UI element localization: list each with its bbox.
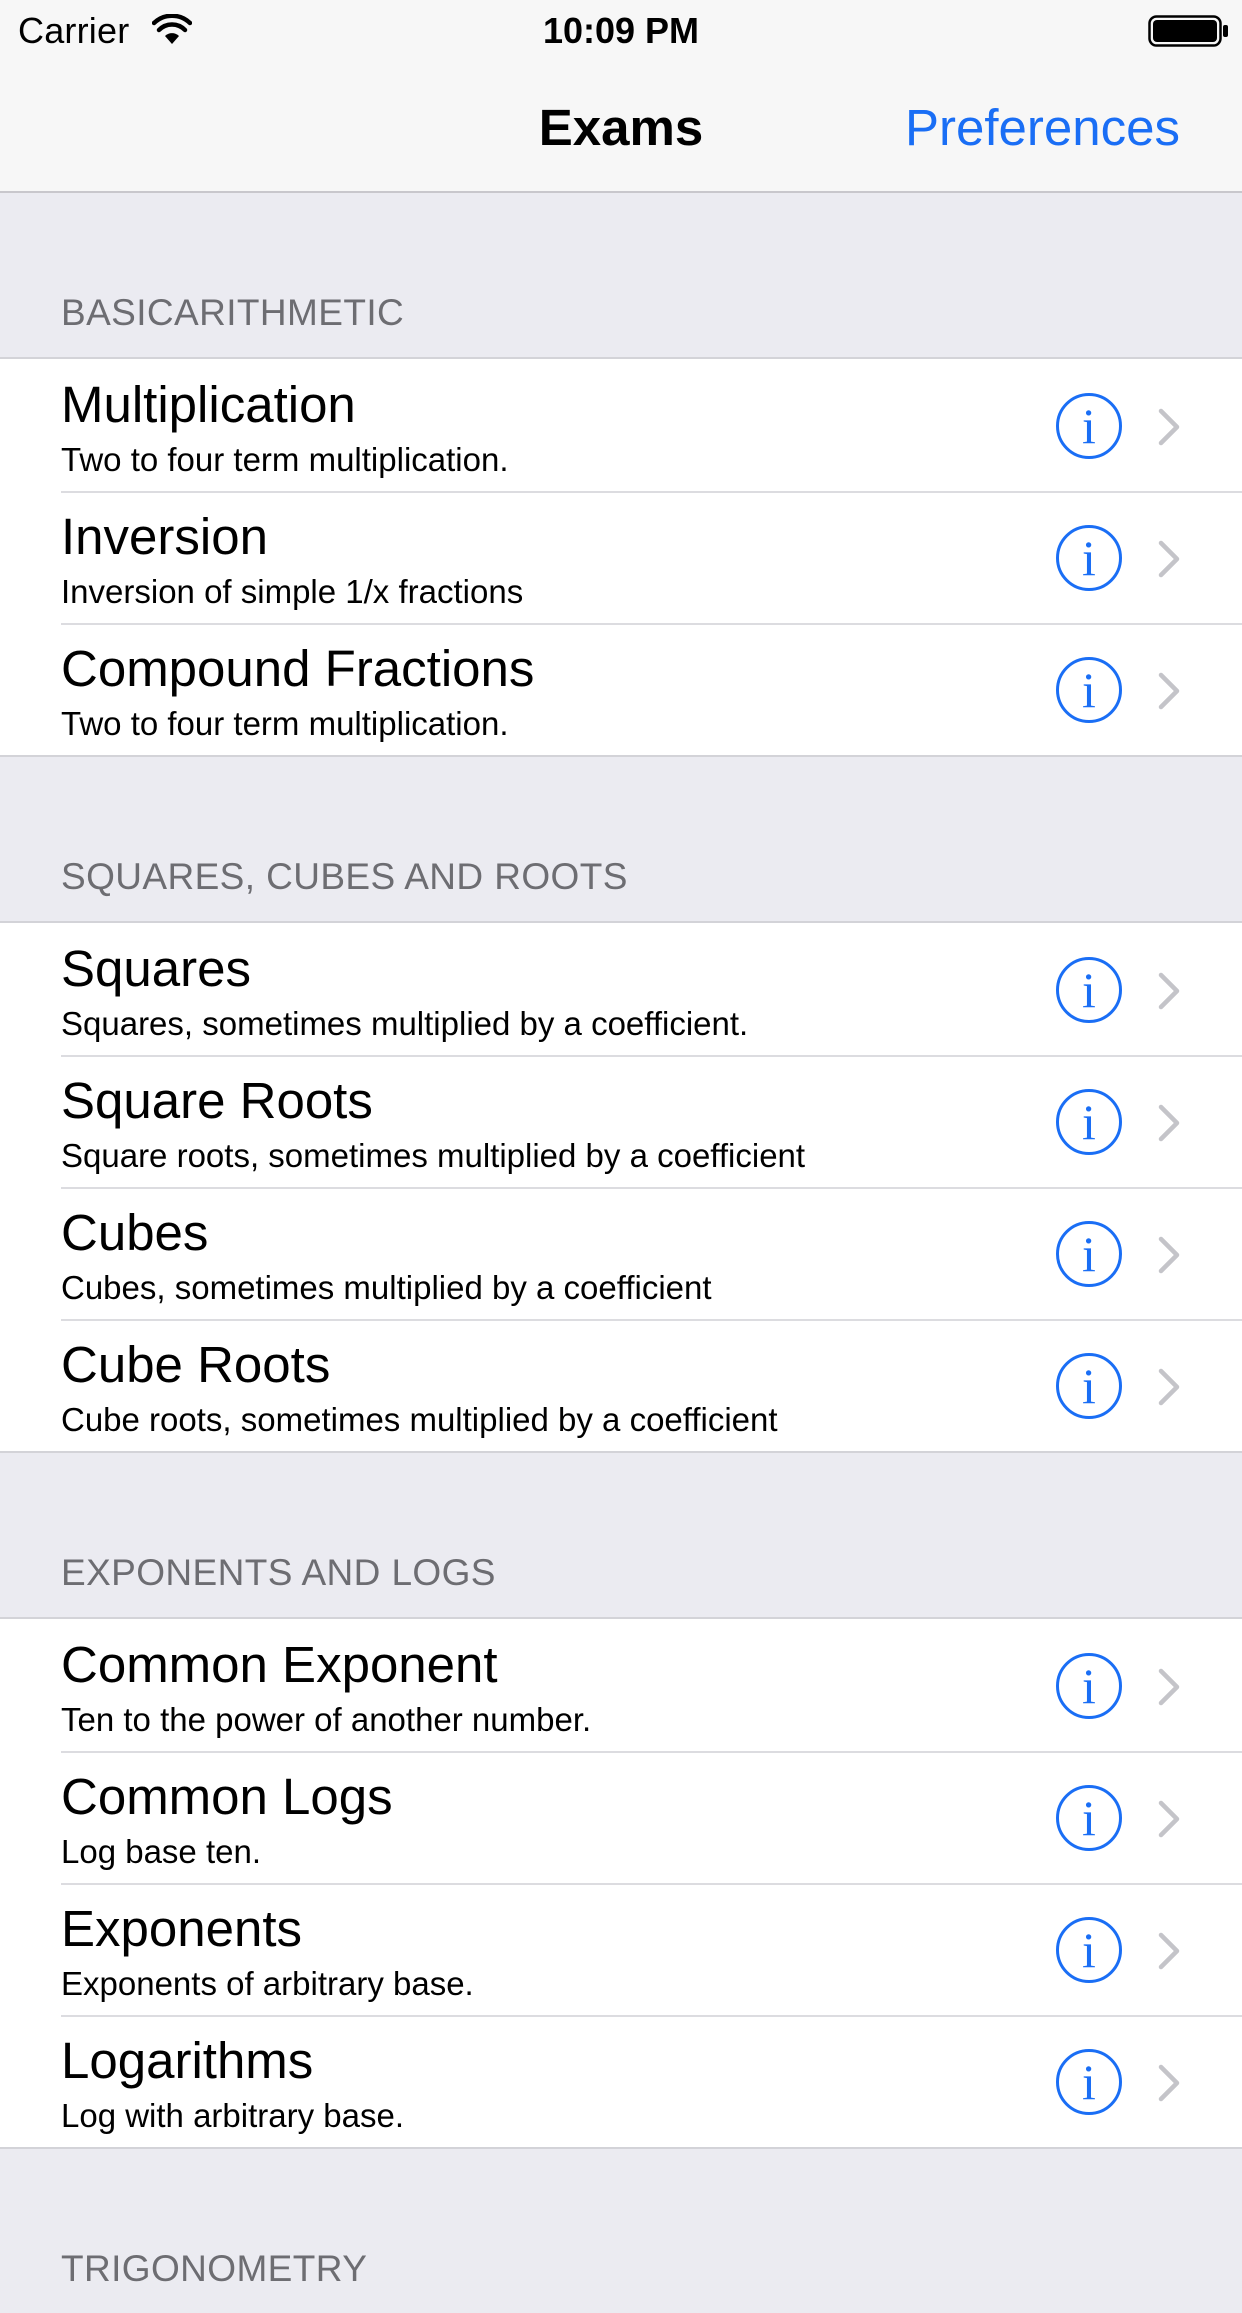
exam-row[interactable]: Common Logs Log base ten. i (0, 1751, 1242, 1883)
exam-description: Ten to the power of another number. (61, 1701, 592, 1738)
section-group: Squares Squares, sometimes multiplied by … (0, 921, 1242, 1453)
exam-title: Cube Roots (61, 1336, 331, 1393)
info-icon[interactable]: i (1056, 2049, 1122, 2115)
exam-description: Cubes, sometimes multiplied by a coeffic… (61, 1269, 712, 1306)
info-icon[interactable]: i (1056, 1917, 1122, 1983)
exam-row[interactable]: Cubes Cubes, sometimes multiplied by a co… (0, 1187, 1242, 1319)
exam-title: Common Logs (61, 1768, 393, 1825)
exam-row[interactable]: Inversion Inversion of simple 1/x fractio… (0, 491, 1242, 623)
exam-title: Multiplication (61, 376, 356, 433)
exam-row[interactable]: Logarithms Log with arbitrary base. i (0, 2015, 1242, 2147)
section-header: BASICARITHMETIC (0, 193, 1242, 357)
section-group: Common Exponent Ten to the power of anoth… (0, 1617, 1242, 2149)
exam-title: Cubes (61, 1204, 209, 1261)
status-bar: Carrier 10:09 PM (0, 0, 1242, 60)
section-header-label: BASICARITHMETIC (61, 292, 405, 333)
section-group: Multiplication Two to four term multiplic… (0, 357, 1242, 757)
info-icon[interactable]: i (1056, 1221, 1122, 1287)
exam-description: Log with arbitrary base. (61, 2097, 405, 2134)
exam-description: Square roots, sometimes multiplied by a … (61, 1137, 806, 1174)
exam-description: Two to four term multiplication. (61, 705, 509, 742)
section-header: TRIGONOMETRY (0, 2149, 1242, 2313)
exam-list: BASICARITHMETIC Multiplication Two to four… (0, 193, 1242, 2313)
exam-title: Squares (61, 940, 251, 997)
info-icon[interactable]: i (1056, 957, 1122, 1023)
section-header: EXPONENTS AND LOGS (0, 1453, 1242, 1617)
exam-title: Logarithms (61, 2032, 314, 2089)
section-header-label: SQUARES, CUBES AND ROOTS (61, 856, 628, 897)
info-icon[interactable]: i (1056, 1353, 1122, 1419)
exam-row[interactable]: Exponents Exponents of arbitrary base. i (0, 1883, 1242, 2015)
chevron-right-icon (1158, 1668, 1180, 1706)
section-header-label: TRIGONOMETRY (61, 2248, 368, 2289)
chevron-right-icon (1158, 972, 1180, 1010)
section-header-label: EXPONENTS AND LOGS (61, 1552, 496, 1593)
exam-row[interactable]: Common Exponent Ten to the power of anoth… (0, 1619, 1242, 1751)
navigation-bar: Exams Preferences (0, 60, 1242, 193)
chevron-right-icon (1158, 672, 1180, 710)
chevron-right-icon (1158, 1368, 1180, 1406)
info-icon[interactable]: i (1056, 1089, 1122, 1155)
info-icon[interactable]: i (1056, 393, 1122, 459)
info-icon[interactable]: i (1056, 1785, 1122, 1851)
exam-title: Exponents (61, 1900, 303, 1957)
chevron-right-icon (1158, 1104, 1180, 1142)
exam-row[interactable]: Squares Squares, sometimes multiplied by … (0, 923, 1242, 1055)
exam-description: Squares, sometimes multiplied by a coeff… (61, 1005, 749, 1042)
chevron-right-icon (1158, 1800, 1180, 1838)
chevron-right-icon (1158, 1236, 1180, 1274)
exam-description: Inversion of simple 1/x fractions (61, 573, 524, 610)
exam-title: Compound Fractions (61, 640, 535, 697)
exam-row[interactable]: Cube Roots Cube roots, sometimes multipli… (0, 1319, 1242, 1451)
exam-description: Two to four term multiplication. (61, 441, 509, 478)
section-header: SQUARES, CUBES AND ROOTS (0, 757, 1242, 921)
preferences-button[interactable]: Preferences (905, 98, 1180, 157)
exam-title: Square Roots (61, 1072, 373, 1129)
exam-row[interactable]: Compound Fractions Two to four term multi… (0, 623, 1242, 755)
exam-title: Common Exponent (61, 1636, 498, 1693)
exam-row[interactable]: Square Roots Square roots, sometimes mult… (0, 1055, 1242, 1187)
exam-row[interactable]: Multiplication Two to four term multiplic… (0, 359, 1242, 491)
info-icon[interactable]: i (1056, 1653, 1122, 1719)
chevron-right-icon (1158, 408, 1180, 446)
exam-title: Inversion (61, 508, 268, 565)
chevron-right-icon (1158, 540, 1180, 578)
exam-description: Exponents of arbitrary base. (61, 1965, 474, 2002)
status-time: 10:09 PM (542, 10, 700, 51)
chevron-right-icon (1158, 2064, 1180, 2102)
exam-description: Log base ten. (61, 1833, 261, 1870)
battery-icon (1148, 15, 1228, 47)
info-icon[interactable]: i (1056, 657, 1122, 723)
exam-description: Cube roots, sometimes multiplied by a co… (61, 1401, 778, 1438)
chevron-right-icon (1158, 1932, 1180, 1970)
info-icon[interactable]: i (1056, 525, 1122, 591)
